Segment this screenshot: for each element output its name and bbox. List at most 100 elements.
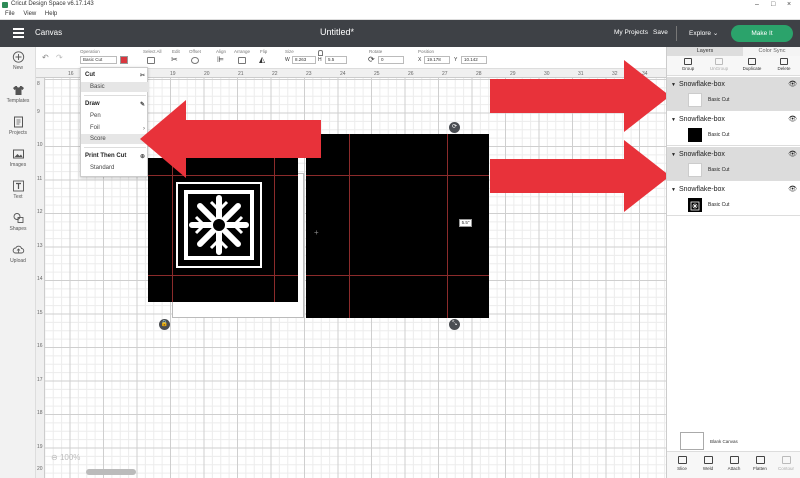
align-icon[interactable]: ⊫ [217,55,225,64]
operation-color-swatch[interactable] [120,56,128,64]
y-input[interactable]: 10.142 [461,56,487,64]
horizontal-scrollbar[interactable] [86,469,136,475]
x-input[interactable]: 19.178 [424,56,450,64]
layer-thumbnail [688,128,702,142]
width-input[interactable]: 8.263 [292,56,316,64]
layer-tools: Group UnGroup Duplicate Delete [667,56,800,76]
ruler-tick: 21 [238,71,244,77]
snowflake-design[interactable] [176,182,262,268]
layer-group[interactable]: ▼ Snowflake-box 👁 Basic Cut [667,182,800,216]
ungroup-button[interactable]: UnGroup [704,58,734,71]
explore-label: Explore [689,30,712,37]
layer-group[interactable]: ▼ Snowflake-box 👁 Basic Cut [667,147,800,181]
dropdown-divider [84,95,146,96]
caret-down-icon[interactable]: ▼ [671,152,676,158]
rotate-handle-icon[interactable]: ⟳ [449,122,460,133]
sidebar-item-text[interactable]: Text [0,180,36,200]
hamburger-menu-icon[interactable] [13,28,24,38]
resize-handle-icon[interactable]: ⤡ [449,319,460,330]
layer-item[interactable]: Basic Cut [667,196,800,215]
contour-button[interactable]: Contour [773,456,799,471]
lock-handle-icon[interactable]: 🔒 [159,319,170,330]
projects-icon [13,116,23,128]
left-sidebar: New Templates Projects Images Text Shape… [0,47,36,478]
dropdown-item-basic[interactable]: Basic [81,82,149,92]
make-it-button[interactable]: Make It [731,25,793,42]
tab-layers[interactable]: Layers [667,47,743,56]
ruler-left: 8 9 10 11 12 13 14 15 16 17 18 19 20 [36,78,45,478]
duplicate-button[interactable]: Duplicate [737,58,767,71]
menu-bar: File View Help [0,9,800,20]
minimize-button[interactable]: – [755,0,759,9]
undo-icon[interactable]: ↶ [42,53,50,62]
arrange-label: Arrange [234,49,251,54]
score-line [306,175,489,176]
ruler-tick: 26 [408,71,414,77]
sidebar-label: Projects [8,130,28,136]
operation-select[interactable]: Basic Cut [80,56,117,64]
layer-group-title: ▼ Snowflake-box [671,186,725,193]
layer-name: Basic Cut [708,132,730,138]
sidebar-item-templates[interactable]: Templates [0,84,36,104]
eye-icon[interactable]: 👁 [788,80,797,88]
rotate-icon[interactable]: ⟳ [368,55,376,64]
close-button[interactable]: × [787,0,791,9]
delete-button[interactable]: Delete [769,58,799,71]
caret-down-icon[interactable]: ▼ [671,117,676,123]
layer-item[interactable]: Basic Cut [667,126,800,145]
tab-color-sync[interactable]: Color Sync [743,47,800,56]
offset-icon[interactable] [191,57,199,64]
slice-button[interactable]: Slice [669,456,695,471]
rotate-input[interactable]: 0 [378,56,404,64]
layer-item[interactable]: Basic Cut [667,161,800,180]
sidebar-item-images[interactable]: Images [0,148,36,168]
group-icon [684,58,692,65]
eye-icon[interactable]: 👁 [788,185,797,193]
explore-dropdown[interactable]: Explore ⌄ [689,29,718,37]
sidebar-label: Text [13,194,23,200]
lock-icon[interactable] [318,50,323,56]
zoom-level[interactable]: ⊖ 100% [51,453,80,462]
dropdown-item-pen[interactable]: Pen [81,111,149,121]
save-link[interactable]: Save [653,29,668,36]
app-header: Canvas Untitled* My Projects Save Explor… [0,20,800,47]
my-projects-link[interactable]: My Projects [614,29,648,36]
attach-button[interactable]: Attach [721,456,747,471]
select-all-icon[interactable] [147,57,155,64]
redo-icon[interactable]: ↷ [56,53,64,62]
sidebar-item-shapes[interactable]: Shapes [0,212,36,232]
group-button[interactable]: Group [673,58,703,71]
zoom-minus-icon[interactable]: ⊖ [51,453,58,462]
dropdown-item-foil[interactable]: Foil › [81,123,149,133]
scissors-icon[interactable]: ✂ [171,55,179,64]
caret-down-icon[interactable]: ▼ [671,82,676,88]
arrange-icon[interactable] [238,57,246,64]
sidebar-item-new[interactable]: New [0,51,36,71]
caret-down-icon[interactable]: ▼ [671,187,676,193]
blank-canvas-swatch [680,432,704,450]
size-label: Size [285,49,294,54]
menu-help[interactable]: Help [45,11,57,17]
sidebar-item-upload[interactable]: Upload [0,244,36,264]
ruler-tick: 20 [204,71,210,77]
app-logo-icon [2,2,8,8]
eye-icon[interactable]: 👁 [788,150,797,158]
layer-group[interactable]: ▼ Snowflake-box 👁 Basic Cut [667,77,800,111]
maximize-button[interactable]: □ [771,0,775,9]
layer-group[interactable]: ▼ Snowflake-box 👁 Basic Cut [667,112,800,146]
red-arrow-left-icon [140,100,321,178]
eye-icon[interactable]: 👁 [788,115,797,123]
dropdown-item-standard[interactable]: Standard [81,163,149,173]
blank-canvas-item[interactable]: Blank Canvas [680,432,790,450]
dropdown-item-score[interactable]: Score [81,134,149,144]
menu-view[interactable]: View [23,11,36,17]
weld-button[interactable]: Weld [695,456,721,471]
flatten-button[interactable]: Flatten [747,456,773,471]
layer-item[interactable]: Basic Cut [667,91,800,110]
height-input[interactable]: 5.5 [325,56,347,64]
flip-icon[interactable]: ◭ [259,55,267,64]
crosshair-icon: + [314,228,319,237]
sidebar-item-projects[interactable]: Projects [0,116,36,136]
attach-icon [729,456,739,464]
menu-file[interactable]: File [5,11,15,17]
